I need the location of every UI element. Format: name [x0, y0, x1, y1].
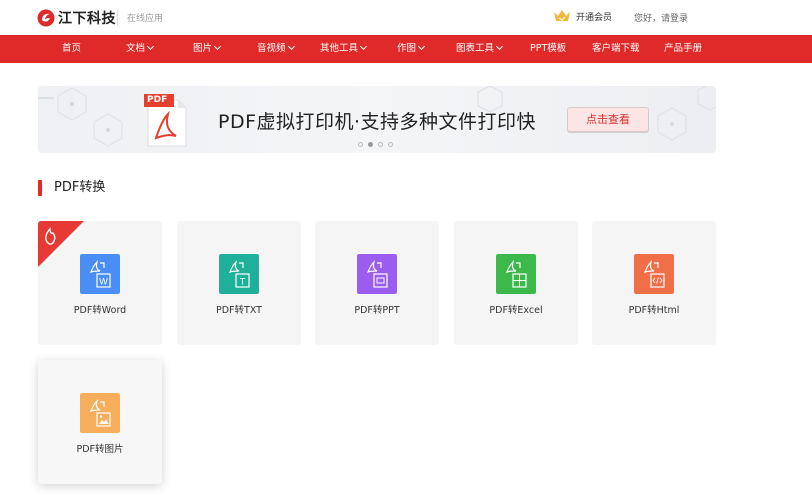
- nav-item-drawing[interactable]: 作图: [397, 35, 426, 63]
- pdf-to-excel-icon: [496, 254, 536, 294]
- chevron-down-icon: [213, 42, 222, 51]
- card-label: PDF转Html: [628, 305, 680, 316]
- card-label: PDF转Excel: [489, 305, 543, 316]
- logo-divider: [117, 10, 118, 26]
- chevron-down-icon: [146, 42, 155, 51]
- card-label: PDF转TXT: [216, 305, 262, 316]
- card-label: PDF转Word: [73, 305, 127, 316]
- banner-view-button[interactable]: 点击查看: [567, 107, 649, 132]
- card-pdf-to-txt[interactable]: T PDF转TXT: [177, 221, 301, 345]
- pdf-to-ppt-icon: [357, 254, 397, 294]
- top-header: 江下科技 在线应用 开通会员 您好，请登录: [0, 0, 812, 35]
- chevron-down-icon: [417, 42, 426, 51]
- nav-item-home[interactable]: 首页: [62, 35, 81, 63]
- nav-item-client-download[interactable]: 客户端下载: [592, 35, 640, 63]
- logo[interactable]: 江下科技: [37, 8, 116, 28]
- nav-item-product-manual[interactable]: 产品手册: [664, 35, 702, 63]
- nav-item-other-tools[interactable]: 其他工具: [320, 35, 368, 63]
- promo-banner[interactable]: PDF PDF虚拟打印机·支持多种文件打印快 点击查看: [38, 86, 716, 153]
- carousel-dot-4[interactable]: [388, 142, 393, 147]
- nav-item-images[interactable]: 图片: [193, 35, 222, 63]
- vip-button[interactable]: 开通会员: [553, 9, 612, 23]
- card-pdf-to-image[interactable]: PDF转图片: [38, 360, 162, 484]
- section-accent-bar: [38, 180, 42, 196]
- chevron-down-icon: [287, 42, 295, 51]
- logo-icon: [37, 9, 55, 27]
- nav-item-media[interactable]: 音视频: [257, 35, 295, 63]
- nav-item-documents[interactable]: 文档: [126, 35, 155, 63]
- login-link[interactable]: 您好，请登录: [634, 11, 688, 24]
- hot-badge: [38, 221, 84, 267]
- nav-item-label: 其他工具: [320, 43, 359, 54]
- nav-item-ppt-templates[interactable]: PPT模板: [530, 35, 566, 63]
- pdf-badge: PDF: [147, 95, 168, 105]
- nav-item-label: 客户端下载: [592, 43, 640, 54]
- nav-item-label: 文档: [126, 43, 146, 54]
- nav-item-label: 音视频: [257, 43, 286, 54]
- pdf-to-txt-icon: T: [219, 254, 259, 294]
- section-title: PDF转换: [54, 180, 106, 195]
- pdf-to-word-icon: W: [80, 254, 120, 294]
- card-pdf-to-html[interactable]: PDF转Html: [592, 221, 716, 345]
- nav-item-label: 作图: [397, 43, 417, 54]
- carousel-dots: [358, 142, 393, 147]
- card-label: PDF转PPT: [354, 305, 400, 316]
- chevron-down-icon: [495, 42, 504, 51]
- carousel-dot-2[interactable]: [368, 142, 373, 147]
- svg-text:W: W: [99, 277, 108, 287]
- card-pdf-to-excel[interactable]: PDF转Excel: [454, 221, 578, 345]
- nav-item-label: 产品手册: [664, 43, 703, 54]
- card-pdf-to-ppt[interactable]: PDF转PPT: [315, 221, 439, 345]
- logo-subtitle: 在线应用: [127, 14, 164, 24]
- carousel-dot-3[interactable]: [378, 142, 383, 147]
- nav-item-label: 首页: [62, 43, 82, 54]
- svg-text:T: T: [240, 277, 246, 287]
- pdf-to-image-icon: [80, 393, 120, 433]
- main-nav: 首页 文档 图片 音视频 其他工具 作图 图表工具 PPT模板 客户端下载 产品…: [0, 35, 812, 63]
- nav-item-chart-tools[interactable]: 图表工具: [456, 35, 504, 63]
- logo-text: 江下科技: [58, 11, 116, 27]
- pdf-to-html-icon: [634, 254, 674, 294]
- nav-item-label: 图表工具: [456, 43, 495, 54]
- crown-icon: [554, 10, 570, 21]
- nav-item-label: 图片: [193, 43, 213, 54]
- card-pdf-to-word[interactable]: W PDF转Word: [38, 221, 162, 345]
- vip-label: 开通会员: [576, 12, 613, 23]
- card-label: PDF转图片: [76, 444, 124, 455]
- carousel-dot-1[interactable]: [358, 142, 363, 147]
- chevron-down-icon: [359, 42, 368, 51]
- nav-item-label: PPT模板: [530, 43, 567, 54]
- banner-title: PDF虚拟打印机·支持多种文件打印快: [218, 111, 537, 133]
